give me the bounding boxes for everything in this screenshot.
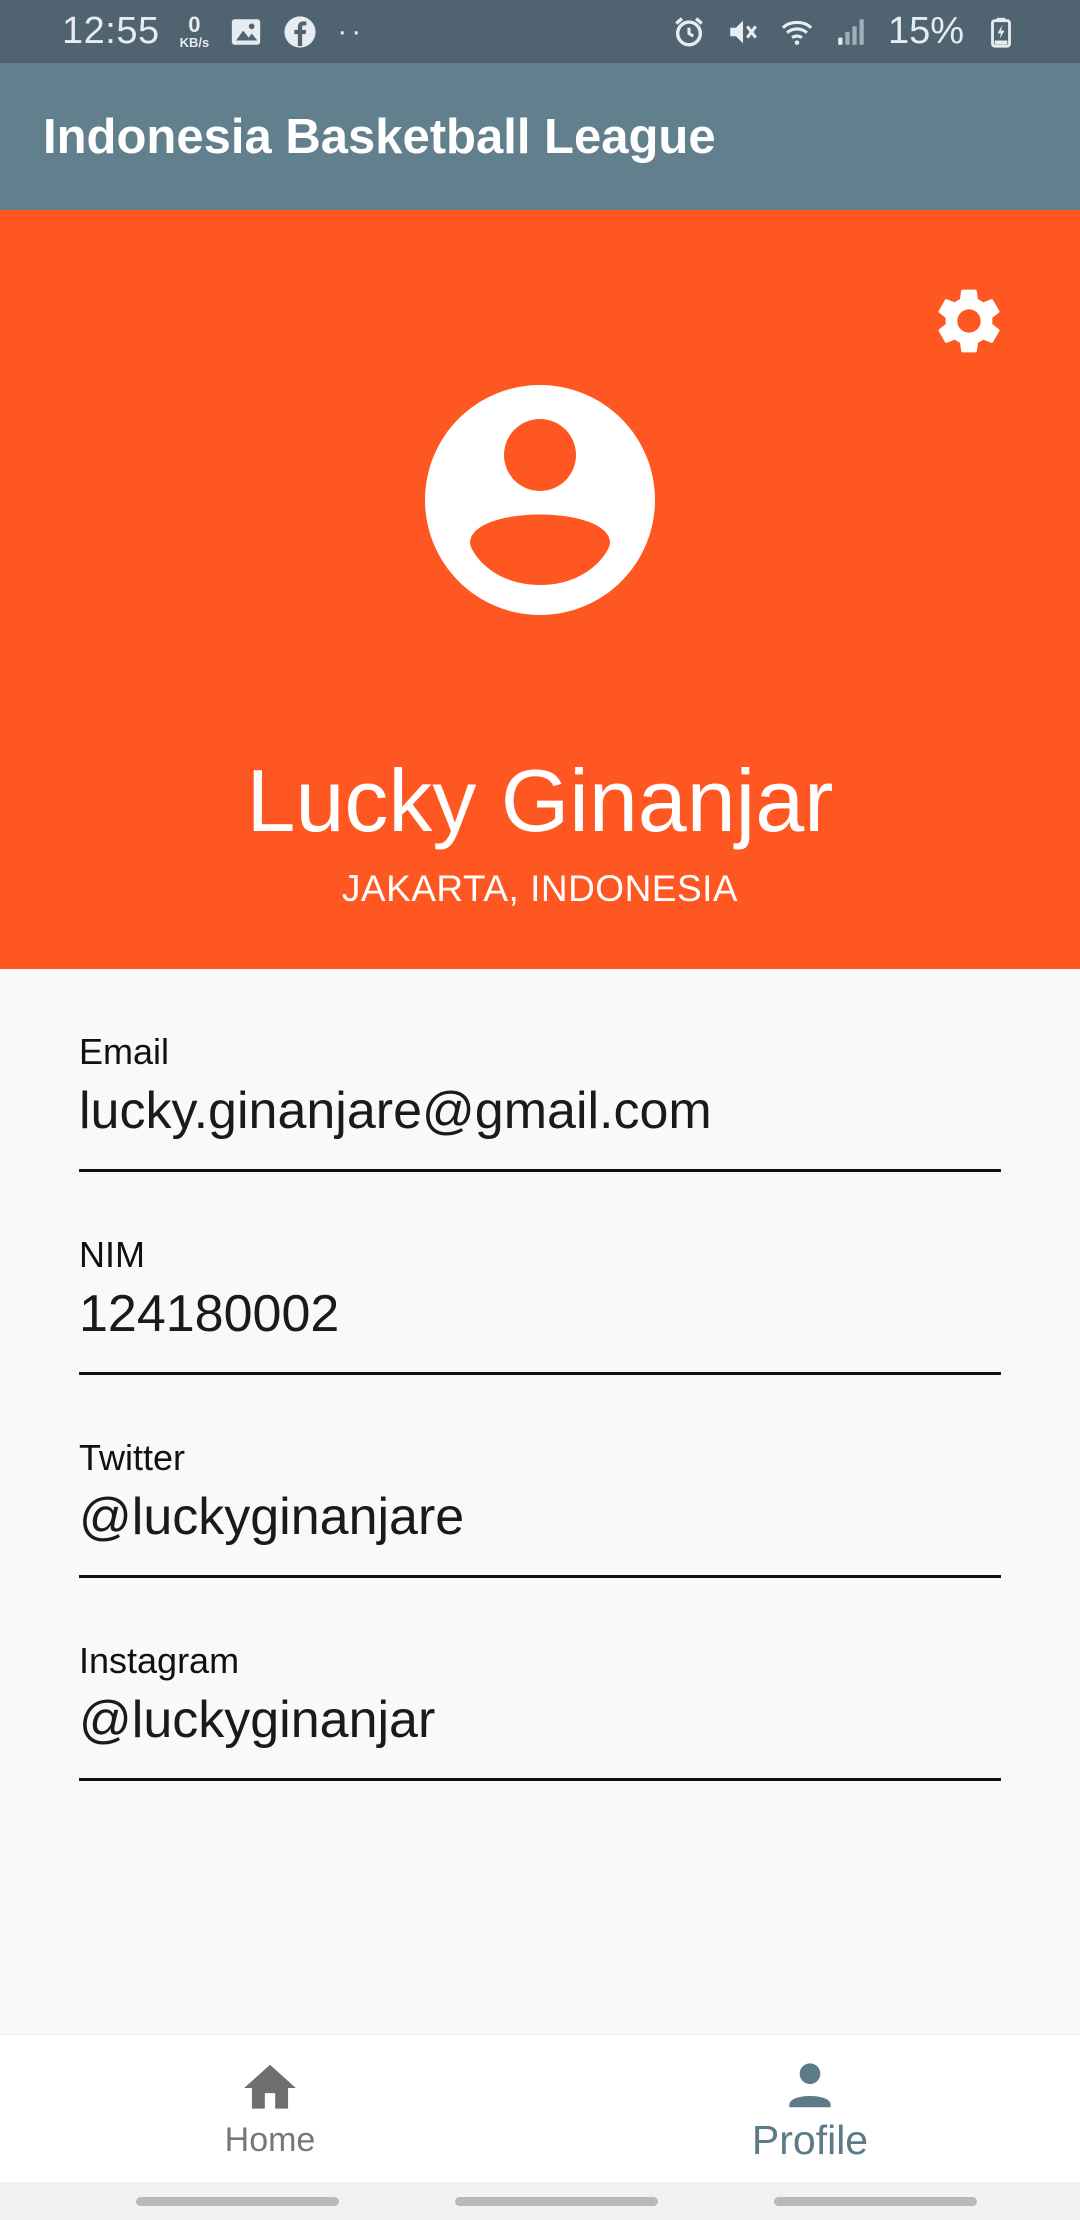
instagram-value: @luckyginanjar xyxy=(79,1691,436,1749)
signal-icon xyxy=(838,18,864,45)
twitter-label: Twitter xyxy=(79,1437,186,1478)
profile-location: JAKARTA, INDONESIA xyxy=(341,868,739,909)
app-bar: Indonesia Basketball League xyxy=(0,63,1080,210)
system-navigation-bar xyxy=(0,2182,1080,2220)
profile-name: Lucky Ginanjar xyxy=(246,751,834,850)
screen: 12:55 0 KB/s ·· 15% Indonesia Basketball… xyxy=(0,0,1080,2220)
gallery-icon xyxy=(232,18,261,45)
nav-item-home[interactable]: Home xyxy=(0,2035,540,2182)
back-handle[interactable] xyxy=(774,2196,977,2206)
instagram-field: Instagram @luckyginanjar xyxy=(79,1578,1001,1781)
email-field: Email lucky.ginanjare@gmail.com xyxy=(79,969,1001,1172)
nav-item-profile[interactable]: Profile xyxy=(540,2035,1080,2182)
email-value: lucky.ginanjare@gmail.com xyxy=(79,1082,712,1140)
instagram-label: Instagram xyxy=(79,1640,240,1681)
nim-label: NIM xyxy=(79,1234,145,1275)
app-title: Indonesia Basketball League xyxy=(43,109,716,164)
recent-apps-handle[interactable] xyxy=(136,2196,339,2206)
network-speed-unit: KB/s xyxy=(179,35,210,50)
status-time: 12:55 xyxy=(62,10,160,52)
network-speed-value: 0 xyxy=(188,12,201,37)
twitter-value: @luckyginanjare xyxy=(79,1488,465,1546)
alarm-icon xyxy=(675,16,703,46)
nim-field: NIM 124180002 xyxy=(79,1172,1001,1375)
gear-icon xyxy=(938,289,1000,353)
person-icon xyxy=(789,2063,831,2108)
settings-button[interactable] xyxy=(924,276,1014,366)
home-icon xyxy=(244,2064,296,2109)
facebook-icon xyxy=(284,15,316,48)
email-label: Email xyxy=(79,1031,170,1072)
battery-percent: 15% xyxy=(887,10,964,52)
avatar-icon xyxy=(425,385,655,615)
twitter-field: Twitter @luckyginanjare xyxy=(79,1375,1001,1578)
home-handle[interactable] xyxy=(455,2196,658,2206)
more-notifications: ·· xyxy=(337,14,366,48)
wifi-icon xyxy=(781,20,813,45)
bottom-navigation: Home Profile xyxy=(0,2034,1080,2182)
nav-label-profile: Profile xyxy=(751,2117,869,2163)
status-bar: 12:55 0 KB/s ·· 15% xyxy=(0,0,1080,63)
nim-value: 124180002 xyxy=(79,1285,340,1343)
battery-charging-icon xyxy=(991,17,1011,48)
nav-label-home: Home xyxy=(224,2121,316,2159)
network-speed: 0 KB/s xyxy=(179,12,210,50)
profile-info-list: Email lucky.ginanjare@gmail.com NIM 1241… xyxy=(79,969,1001,1781)
status-right: 15% xyxy=(672,10,1018,53)
status-left: 12:55 0 KB/s ·· xyxy=(62,10,365,53)
mute-icon xyxy=(730,20,757,43)
